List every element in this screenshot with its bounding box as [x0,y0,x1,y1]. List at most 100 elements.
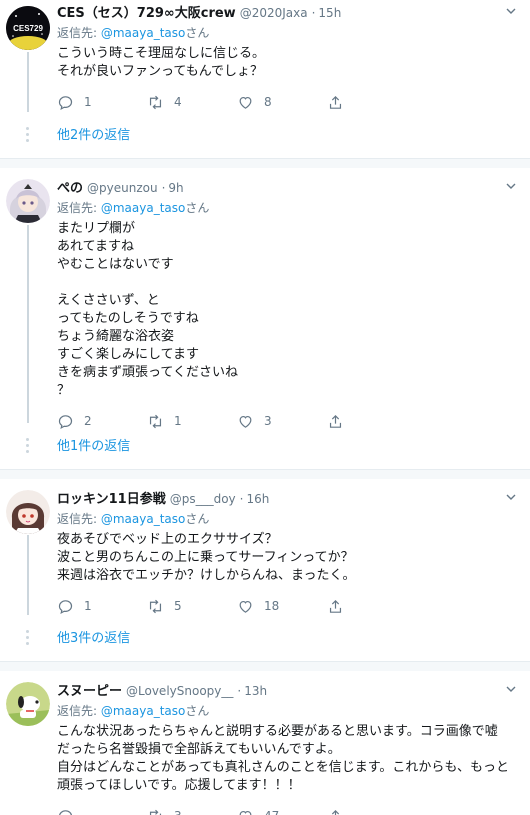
user-handle[interactable]: @pyeunzou [87,179,158,197]
replying-to: 返信先: @maaya_tasoさん [57,24,518,42]
share-button[interactable] [327,94,417,111]
tweet-actions: 1 4 8 [57,92,518,112]
show-more-replies[interactable]: 他2件の返信 [0,52,530,158]
retweet-button[interactable]: 5 [147,598,237,615]
like-button[interactable]: 47 [237,808,327,815]
reply-mention[interactable]: @maaya_taso [101,704,186,718]
share-icon [329,599,342,613]
chevron-down-icon[interactable] [504,490,518,504]
thread-line [27,225,29,423]
chevron-down-icon[interactable] [504,179,518,193]
tweet-header: ロッキン11日参戦 @ps___doy · 16h [57,490,518,508]
tweet-actions: 3 47 [57,806,518,815]
reply-button[interactable]: 1 [57,94,147,111]
like-button[interactable]: 8 [237,94,327,111]
reply-button[interactable] [57,808,147,815]
chevron-down-icon[interactable] [504,4,518,18]
show-more-replies[interactable]: 他1件の返信 [0,225,530,469]
thread-divider [0,469,530,479]
show-more-label[interactable]: 他1件の返信 [57,439,130,454]
share-icon [329,95,342,109]
reply-icon [58,809,73,815]
reply-count: 1 [84,95,92,109]
timestamp[interactable]: 16h [246,490,269,508]
thread-dots [26,127,30,145]
retweet-count: 5 [174,599,182,613]
chevron-down-icon[interactable] [504,682,518,696]
share-button[interactable] [327,808,417,815]
reply-suffix: さん [185,201,210,215]
display-name[interactable]: ロッキン11日参戦 [57,491,166,509]
replying-to: 返信先: @maaya_tasoさん [57,702,518,720]
display-name[interactable]: ぺの [57,180,83,198]
separator-dot: · [311,6,316,20]
reply-button[interactable]: 1 [57,598,147,615]
tweet[interactable]: CES729 CES（セス）729∞大阪crew @2020Jaxa · 15h… [0,0,530,114]
thread-divider [0,158,530,168]
like-count: 47 [264,809,279,815]
display-name[interactable]: CES（セス）729∞大阪crew [57,5,236,23]
timestamp[interactable]: 15h [318,4,341,22]
retweet-button[interactable]: 3 [147,808,237,815]
user-handle[interactable]: @ps___doy [170,490,236,508]
reply-prefix: 返信先: [57,201,101,215]
reply-icon [58,95,73,110]
heart-icon [239,810,252,815]
tweet-text: こんな状況あったらちゃんと説明する必要があると思います。コラ画像で嘘 だったら名… [57,724,510,793]
retweet-icon [149,95,162,109]
retweet-count: 4 [174,95,182,109]
reply-count: 1 [84,599,92,613]
like-button[interactable]: 18 [237,598,327,615]
like-count: 8 [264,95,272,109]
tweet-text: こういう時こそ理屈なしに信じる。 それが良いファンってもんでしょ？ [57,46,266,79]
tweet-header: CES（セス）729∞大阪crew @2020Jaxa · 15h [57,4,518,22]
thread-dots [26,630,30,648]
tweet[interactable]: ぺの @pyeunzou · 9h 返信先: @maaya_tasoさん またリ… [0,168,530,429]
reply-suffix: さん [185,26,210,40]
timestamp[interactable]: 9h [168,179,183,197]
like-count: 18 [264,599,280,613]
tweet-text: 夜あそびでベッド上のエクササイズ？ 波こと男のちんこの上に乗ってサーフィンってか… [57,532,356,583]
retweet-icon [149,599,162,613]
reply-mention[interactable]: @maaya_taso [101,26,186,40]
replying-to: 返信先: @maaya_tasoさん [57,510,518,528]
retweet-count: 3 [174,809,182,815]
show-more-label[interactable]: 他2件の返信 [57,128,130,143]
user-handle[interactable]: @LovelySnoopy__ [126,682,233,700]
thread-dots [26,438,30,456]
tweet-actions: 1 5 18 [57,596,518,616]
timestamp[interactable]: 13h [244,682,267,700]
separator-dot: · [161,181,166,195]
heart-icon [239,96,252,109]
user-handle[interactable]: @2020Jaxa [240,4,308,22]
avatar[interactable] [6,490,50,534]
reply-suffix: さん [185,704,210,718]
tweet-header: スヌーピー @LovelySnoopy__ · 13h [57,682,518,700]
avatar[interactable] [6,179,50,223]
avatar[interactable]: CES729 [6,6,50,50]
reply-icon [58,599,73,614]
separator-dot: · [239,492,244,506]
retweet-button[interactable]: 4 [147,94,237,111]
show-more-replies[interactable]: 他3件の返信 [0,535,530,661]
reply-suffix: さん [185,512,210,526]
tweet-header: ぺの @pyeunzou · 9h [57,179,518,197]
thread-line [27,52,29,112]
reply-mention[interactable]: @maaya_taso [101,512,186,526]
display-name[interactable]: スヌーピー [57,683,122,701]
share-button[interactable] [327,598,417,615]
thread-divider [0,661,530,671]
reply-prefix: 返信先: [57,26,101,40]
avatar[interactable] [6,682,50,726]
reply-prefix: 返信先: [57,512,101,526]
tweet[interactable]: ロッキン11日参戦 @ps___doy · 16h 返信先: @maaya_ta… [0,479,530,617]
avatar-label: CES729 [13,24,43,33]
reply-mention[interactable]: @maaya_taso [101,201,186,215]
tweet-text: またリプ欄が あれてますね やむことはないです えくささいず、と ってもたのしそ… [57,221,238,398]
show-more-label[interactable]: 他3件の返信 [57,631,130,646]
thread-line [27,535,29,615]
separator-dot: · [237,684,242,698]
retweet-icon [149,809,162,815]
reply-prefix: 返信先: [57,704,101,718]
tweet[interactable]: スヌーピー @LovelySnoopy__ · 13h 返信先: @maaya_… [0,671,530,815]
